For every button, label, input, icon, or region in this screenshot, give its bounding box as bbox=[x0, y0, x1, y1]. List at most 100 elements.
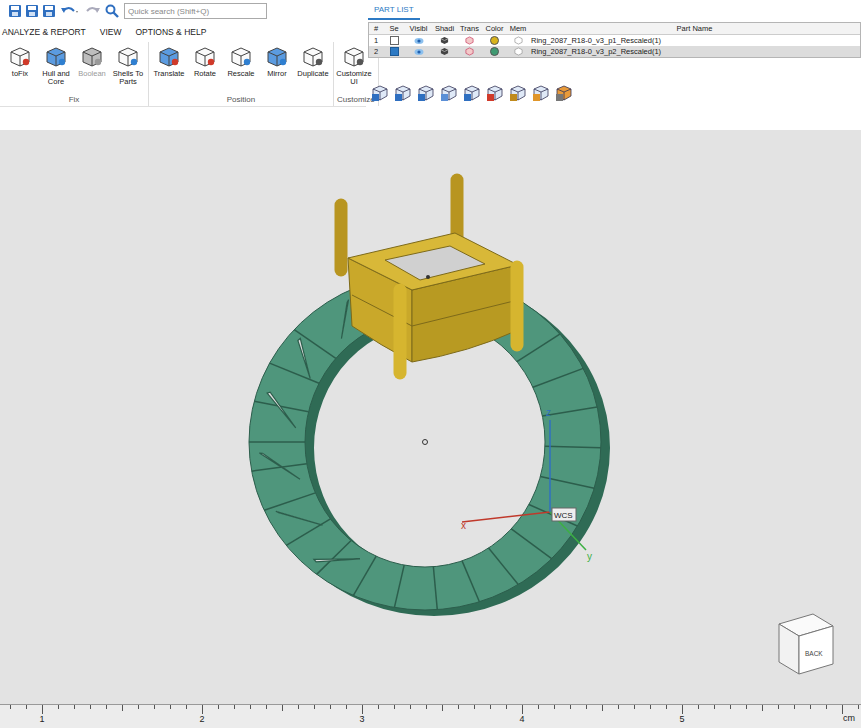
svg-text:z: z bbox=[546, 407, 551, 418]
cube-tool-icon bbox=[158, 46, 180, 68]
ribbon-group: toFixHull and CoreBooleanShells To Parts… bbox=[0, 42, 149, 106]
column-header[interactable]: Se bbox=[383, 24, 405, 33]
cube-tool-icon bbox=[343, 46, 365, 68]
ribbon-button[interactable]: Hull and Core bbox=[39, 42, 73, 95]
table-header: #SeVisiblShadiTransColorMemPart Name bbox=[369, 23, 860, 35]
cube-tool-icon bbox=[81, 46, 103, 68]
ruler-label: 2 bbox=[199, 714, 204, 724]
transparency-cube-icon[interactable] bbox=[465, 36, 474, 45]
ribbon-group-label: Position bbox=[152, 95, 330, 106]
column-header[interactable]: Part Name bbox=[529, 24, 860, 33]
ribbon-button[interactable]: Mirror bbox=[260, 42, 294, 95]
ribbon-group-label: Fix bbox=[3, 95, 145, 106]
menu-item[interactable]: VIEW bbox=[100, 27, 122, 37]
ring-model[interactable]: x y z WCS bbox=[0, 130, 861, 704]
part-tool-icon[interactable] bbox=[509, 84, 527, 102]
shaded-cube-icon[interactable] bbox=[440, 47, 449, 56]
column-header[interactable]: Trans bbox=[457, 24, 482, 33]
quick-search-field[interactable] bbox=[124, 3, 267, 19]
table-row[interactable]: 2 Ring_2087_R18-0_v3_p2_Rescaled(1) bbox=[369, 46, 860, 57]
svg-text:y: y bbox=[587, 551, 592, 562]
memory-cube-icon[interactable] bbox=[514, 47, 523, 56]
memory-cube-icon[interactable] bbox=[514, 36, 523, 45]
ruler-label: 5 bbox=[679, 714, 684, 724]
part-list-toolbar bbox=[368, 58, 861, 102]
menu-bar: ANALYZE & REPORT VIEW OPTIONS & HELP bbox=[0, 22, 366, 42]
search-icon[interactable] bbox=[105, 4, 119, 18]
row-index: 2 bbox=[369, 47, 383, 56]
ribbon-button[interactable]: Boolean bbox=[75, 42, 109, 95]
save-icon[interactable] bbox=[25, 4, 39, 18]
color-cell bbox=[482, 47, 507, 56]
row-index: 1 bbox=[369, 36, 383, 45]
visible-cell bbox=[405, 37, 432, 45]
column-header[interactable]: Shadi bbox=[432, 24, 457, 33]
ruler-label: 3 bbox=[359, 714, 364, 724]
part-tool-icon[interactable] bbox=[532, 84, 550, 102]
ruler-unit: cm bbox=[843, 713, 855, 723]
memory-cell bbox=[507, 36, 529, 45]
eye-icon[interactable] bbox=[414, 48, 424, 56]
ribbon: toFixHull and CoreBooleanShells To Parts… bbox=[0, 42, 366, 107]
quick-access-toolbar bbox=[0, 0, 366, 22]
svg-text:x: x bbox=[461, 520, 466, 531]
ruler: 12345cm bbox=[0, 704, 861, 728]
part-tool-icon[interactable] bbox=[440, 84, 458, 102]
table-row[interactable]: 1 Ring_2087_R18-0_v3_p1_Rescaled(1) bbox=[369, 35, 860, 46]
menu-item[interactable]: OPTIONS & HELP bbox=[136, 27, 207, 37]
ribbon-button[interactable]: Rescale bbox=[224, 42, 258, 95]
column-header[interactable]: # bbox=[369, 24, 383, 33]
magics-window: ANALYZE & REPORT VIEW OPTIONS & HELP toFixH… bbox=[0, 0, 861, 728]
color-dot[interactable] bbox=[490, 47, 499, 56]
undo-icon[interactable] bbox=[59, 4, 79, 18]
select-checkbox[interactable] bbox=[390, 36, 399, 45]
part-tool-icon[interactable] bbox=[371, 84, 389, 102]
ribbon-group-label: Customize bbox=[337, 95, 375, 106]
save-icon[interactable] bbox=[8, 4, 22, 18]
ribbon-button[interactable]: Translate bbox=[152, 42, 186, 95]
head[interactable] bbox=[341, 180, 518, 373]
top-area: ANALYZE & REPORT VIEW OPTIONS & HELP toFixH… bbox=[0, 0, 861, 130]
cube-tool-icon bbox=[9, 46, 31, 68]
3d-viewport[interactable]: x y z WCS BACK bbox=[0, 130, 861, 704]
part-name: Ring_2087_R18-0_v3_p2_Rescaled(1) bbox=[529, 47, 860, 56]
ribbon-area: ANALYZE & REPORT VIEW OPTIONS & HELP toFixH… bbox=[0, 0, 366, 130]
color-cell bbox=[482, 36, 507, 45]
column-header[interactable]: Color bbox=[482, 24, 507, 33]
ribbon-button[interactable]: toFix bbox=[3, 42, 37, 95]
transparency-cell bbox=[457, 36, 482, 45]
color-dot[interactable] bbox=[490, 36, 499, 45]
eye-icon[interactable] bbox=[414, 37, 424, 45]
memory-cell bbox=[507, 47, 529, 56]
view-cube[interactable]: BACK bbox=[767, 610, 839, 682]
panel-tab[interactable]: PART LIST bbox=[368, 0, 420, 20]
shading-cell bbox=[432, 47, 457, 56]
part-name: Ring_2087_R18-0_v3_p1_Rescaled(1) bbox=[529, 36, 860, 45]
part-tool-icon[interactable] bbox=[417, 84, 435, 102]
select-checkbox[interactable] bbox=[390, 47, 399, 56]
column-header[interactable]: Visibl bbox=[405, 24, 432, 33]
visible-cell bbox=[405, 48, 432, 56]
ribbon-button[interactable]: Shells To Parts bbox=[111, 42, 145, 95]
part-list-table: #SeVisiblShadiTransColorMemPart Name1Rin… bbox=[368, 22, 861, 58]
column-header[interactable]: Mem bbox=[507, 24, 529, 33]
redo-icon[interactable] bbox=[82, 4, 102, 18]
part-tool-icon[interactable] bbox=[463, 84, 481, 102]
transparency-cube-icon[interactable] bbox=[465, 47, 474, 56]
shaded-cube-icon[interactable] bbox=[440, 36, 449, 45]
svg-text:WCS: WCS bbox=[554, 511, 573, 520]
cube-tool-icon bbox=[194, 46, 216, 68]
ribbon-button[interactable]: Duplicate bbox=[296, 42, 330, 95]
ribbon-button[interactable]: Rotate bbox=[188, 42, 222, 95]
menu-item[interactable]: ANALYZE & REPORT bbox=[2, 27, 86, 37]
part-tool-icon[interactable] bbox=[394, 84, 412, 102]
save-icon[interactable] bbox=[42, 4, 56, 18]
part-tool-icon[interactable] bbox=[486, 84, 504, 102]
part-tool-icon[interactable] bbox=[555, 84, 573, 102]
ribbon-button[interactable]: Customize UI bbox=[337, 42, 371, 95]
cube-tool-icon bbox=[45, 46, 67, 68]
select-cell bbox=[383, 47, 405, 56]
shading-cell bbox=[432, 36, 457, 45]
select-cell bbox=[383, 36, 405, 45]
wcs-axes: x y z WCS bbox=[461, 407, 592, 562]
